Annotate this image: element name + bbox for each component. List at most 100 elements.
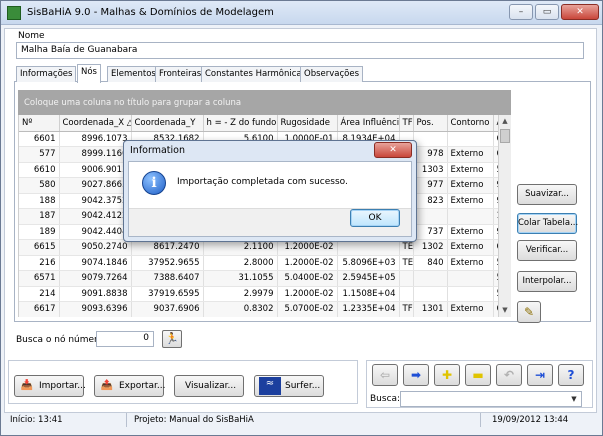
add-button[interactable]: ✚	[434, 364, 460, 386]
table-row[interactable]: 214 9091.8838 37919.6595 2.9979 1.2000E-02 1.…	[19, 286, 498, 302]
table-cell[interactable]: 6601	[19, 131, 60, 147]
table-cell[interactable]: 978	[413, 146, 448, 163]
table-cell[interactable]: 214	[19, 286, 60, 302]
exportar-button[interactable]: 📤 Exportar...	[94, 375, 165, 397]
table-cell[interactable]: 9079.7264	[59, 270, 132, 287]
suavizar-button[interactable]: Suavizar...	[517, 184, 577, 205]
interpolar-button[interactable]: Interpolar...	[517, 271, 577, 292]
dialog-close-button[interactable]: ✕	[374, 142, 412, 158]
nav-forward-button[interactable]: ➡	[403, 364, 429, 386]
table-cell[interactable]: 9027.8663	[59, 177, 132, 194]
title-bar[interactable]: SisBaHiA 9.0 - Malhas & Domínios de Mode…	[1, 1, 602, 25]
table-cell[interactable]	[447, 286, 494, 302]
table-cell[interactable]: Externo	[447, 301, 494, 317]
tab-informacoes[interactable]: Informações	[16, 66, 77, 82]
table-cell[interactable]: 1302	[413, 239, 448, 256]
table-cell[interactable]: Externo	[447, 255, 494, 271]
grid-column-header[interactable]: Coordenada_Y	[131, 115, 204, 132]
tab-nos[interactable]: Nós	[77, 64, 101, 83]
table-cell[interactable]: 823	[413, 193, 448, 209]
tab-observacoes[interactable]: Observações	[300, 66, 364, 82]
table-cell[interactable]: 37919.6595	[131, 286, 204, 302]
grid-column-header[interactable]: h = - Z do fundo	[203, 115, 278, 132]
table-cell[interactable]: 6615	[19, 239, 60, 256]
table-cell[interactable]: 580	[19, 177, 60, 194]
table-cell[interactable]: 9091.8838	[59, 286, 132, 302]
table-cell[interactable]	[447, 208, 494, 225]
table-cell[interactable]: 1.2000E-02	[277, 255, 338, 271]
remove-button[interactable]: ▬	[465, 364, 491, 386]
table-cell[interactable]: 7388.6407	[131, 270, 204, 287]
grid-column-header[interactable]: TF	[399, 115, 414, 132]
grid-vertical-scrollbar[interactable]: ▲ ▼	[498, 115, 511, 317]
minimize-button[interactable]: –	[509, 4, 533, 20]
table-cell[interactable]	[399, 286, 414, 302]
table-cell[interactable]: 737	[413, 224, 448, 240]
table-cell[interactable]: 840	[413, 255, 448, 271]
table-cell[interactable]: 6610	[19, 162, 60, 178]
table-cell[interactable]	[413, 131, 448, 147]
edit-pencil-button[interactable]: ✎	[517, 301, 541, 323]
grid-column-header[interactable]: Área Influência	[337, 115, 400, 132]
exit-button[interactable]: ⇥	[527, 364, 553, 386]
table-cell[interactable]: Externo	[447, 239, 494, 256]
table-cell[interactable]: 1301	[413, 301, 448, 317]
table-cell[interactable]: 1.2335E+04	[337, 301, 400, 317]
colar-tabela-button[interactable]: Colar Tabela...	[517, 213, 578, 234]
grid-column-header[interactable]: Coordenada_X △	[59, 115, 132, 132]
table-cell[interactable]: 2.9979	[203, 286, 278, 302]
dialog-ok-button[interactable]: OK	[350, 209, 400, 227]
table-cell[interactable]: 2.5945E+05	[337, 270, 400, 287]
table-cell[interactable]: Externo	[447, 162, 494, 178]
table-cell[interactable]: 9042.4122	[59, 208, 132, 225]
table-cell[interactable]: 5.0700E-02	[277, 301, 338, 317]
table-cell[interactable]: 6617	[19, 301, 60, 317]
table-cell[interactable]: Externo	[447, 193, 494, 209]
importar-button[interactable]: 📥 Importar...	[14, 375, 86, 397]
tab-fronteiras[interactable]: Fronteiras	[155, 66, 206, 82]
table-cell[interactable]: 5.0400E-02	[277, 270, 338, 287]
table-cell[interactable]: TF	[399, 301, 414, 317]
nav-back-button[interactable]: ⇦	[372, 364, 398, 386]
name-input[interactable]: Malha Baía de Guanabara	[16, 42, 584, 59]
grid-column-header[interactable]: Pos.	[413, 115, 448, 132]
table-cell[interactable]	[447, 270, 494, 287]
search-go-button[interactable]: 🏃	[162, 330, 182, 348]
table-row[interactable]: 216 9074.1846 37952.9655 2.8000 1.2000E-02 5.…	[19, 255, 498, 271]
table-cell[interactable]: 9042.3752	[59, 193, 132, 209]
table-cell[interactable]: 1.1508E+04	[337, 286, 400, 302]
table-cell[interactable]: 6571	[19, 270, 60, 287]
table-cell[interactable]	[413, 286, 448, 302]
table-cell[interactable]: 1303	[413, 162, 448, 178]
table-cell[interactable]: 8996.1073	[59, 131, 132, 147]
table-cell[interactable]: Externo	[447, 224, 494, 240]
table-cell[interactable]: 187	[19, 208, 60, 225]
maximize-button[interactable]: ▭	[535, 4, 559, 20]
table-cell[interactable]: 189	[19, 224, 60, 240]
scroll-down-arrow-icon[interactable]: ▼	[499, 304, 511, 316]
table-cell[interactable]: 9006.9013	[59, 162, 132, 178]
table-cell[interactable]: 2.8000	[203, 255, 278, 271]
table-cell[interactable]: 37952.9655	[131, 255, 204, 271]
chevron-down-icon[interactable]: ▼	[567, 392, 581, 406]
table-cell[interactable]: 9042.4404	[59, 224, 132, 240]
table-cell[interactable]: 977	[413, 177, 448, 194]
group-by-bar[interactable]: Coloque uma coluna no título para grupar…	[18, 90, 511, 115]
table-cell[interactable]: TE	[399, 255, 414, 271]
table-cell[interactable]: Externo	[447, 177, 494, 194]
table-cell[interactable]: 9037.6906	[131, 301, 204, 317]
table-cell[interactable]: Externo	[447, 146, 494, 163]
tab-constantes-harmonicas[interactable]: Constantes Harmônicas	[201, 66, 311, 82]
table-cell[interactable]: 8999.1160	[59, 146, 132, 163]
table-cell[interactable]: 9050.2740	[59, 239, 132, 256]
table-row[interactable]: 6617 9093.6396 9037.6906 0.8302 5.0700E-02 1.…	[19, 301, 498, 317]
close-button[interactable]: ✕	[561, 4, 599, 20]
busca-dropdown[interactable]: ▼	[400, 391, 582, 407]
surfer-button[interactable]: ≈ Surfer...	[254, 375, 324, 397]
verificar-button[interactable]: Verificar...	[517, 240, 577, 261]
table-cell[interactable]: 188	[19, 193, 60, 209]
tab-elementos[interactable]: Elementos	[107, 66, 160, 82]
table-cell[interactable]: 9093.6396	[59, 301, 132, 317]
table-cell[interactable]	[413, 270, 448, 287]
help-button[interactable]: ?	[558, 364, 584, 386]
